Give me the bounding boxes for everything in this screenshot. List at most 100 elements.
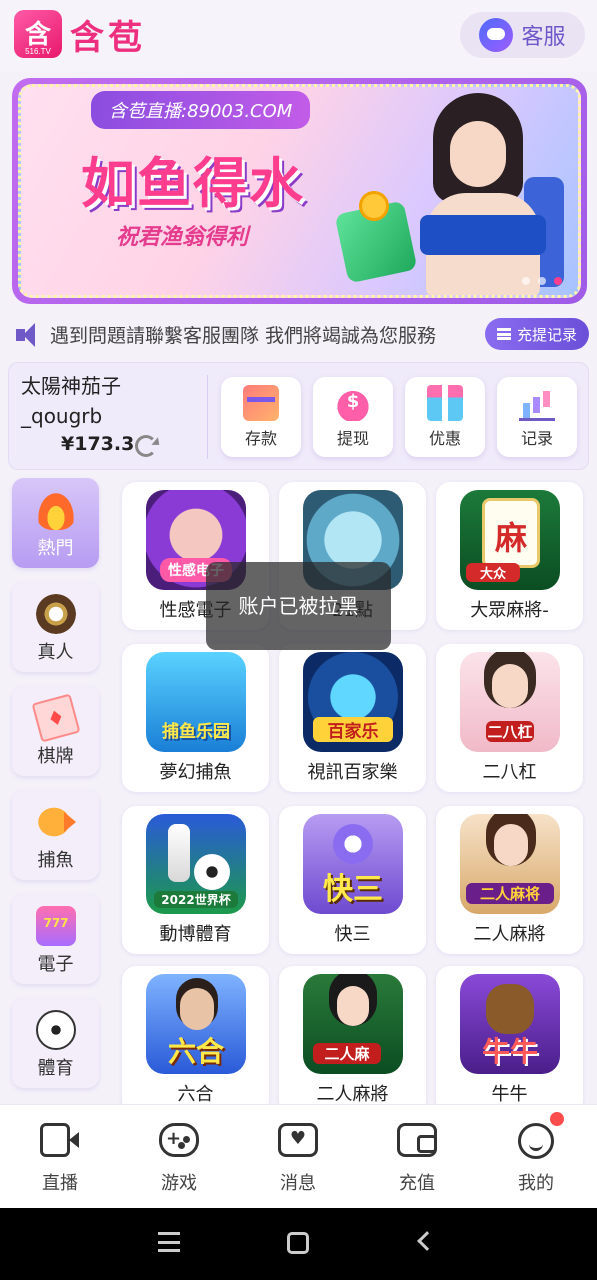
game-tile-baccarat[interactable]: 百家乐 視訊百家樂 <box>279 644 426 792</box>
soccer-ball-icon <box>194 854 230 890</box>
withdraw-label: 提现 <box>336 429 369 448</box>
account-balance: ¥173.3 <box>61 433 135 455</box>
game-badge: 二人麻将 <box>466 883 554 904</box>
nav-messages[interactable]: 消息 <box>258 1119 338 1199</box>
game-tile-k3[interactable]: 快三 快三 <box>279 806 426 954</box>
game-icon: 2022世界杯 <box>146 814 246 914</box>
playing-card-icon <box>31 693 81 743</box>
category-slots[interactable]: 電子 <box>12 894 99 984</box>
customer-service-label: 客服 <box>521 25 566 50</box>
nav-profile[interactable]: 我的 <box>496 1119 576 1199</box>
fire-icon <box>36 490 76 530</box>
character-face <box>337 986 369 1026</box>
promotion-label: 优惠 <box>428 429 461 448</box>
recent-apps-icon[interactable] <box>158 1232 180 1252</box>
category-label: 真人 <box>37 642 74 663</box>
nav-label: 我的 <box>518 1173 554 1194</box>
system-nav-bar <box>0 1208 597 1280</box>
account-card: 太陽神茄子 _qougrb ¥173.3 存款 提现 优惠 记录 <box>8 362 589 470</box>
game-tile-niuniu[interactable]: 牛牛 牛牛 <box>436 966 583 1114</box>
carousel-dot-active[interactable] <box>554 277 562 285</box>
character-face <box>494 824 528 866</box>
category-sports[interactable]: 體育 <box>12 998 99 1088</box>
category-live-casino[interactable]: 真人 <box>12 582 99 672</box>
lottery-ball-icon <box>333 824 373 864</box>
game-tile-sports[interactable]: 2022世界杯 動博體育 <box>122 806 269 954</box>
wallet-icon <box>397 1123 437 1157</box>
recharge-record-button[interactable]: 充提记录 <box>484 318 589 350</box>
account-name-line1: 太陽神茄子 <box>21 374 121 398</box>
banner-model-image <box>408 93 564 295</box>
game-icon: 二八杠 <box>460 652 560 752</box>
promo-banner[interactable]: 含苞直播:89003.COM 如鱼得水 祝君渔翁得利 <box>12 78 587 304</box>
banner-frame: 含苞直播:89003.COM 如鱼得水 祝君渔翁得利 <box>18 84 581 298</box>
game-badge: 二人麻 <box>313 1043 381 1064</box>
list-icon <box>496 328 511 340</box>
game-name: 二人麻將 <box>316 1084 389 1105</box>
gamepad-icon <box>159 1123 199 1157</box>
game-icon: 大众 <box>460 490 560 590</box>
app-logo: 含 516.TV <box>14 10 62 58</box>
record-button[interactable]: 记录 <box>497 377 577 457</box>
game-tile-two-mahjong[interactable]: 二人麻将 二人麻將 <box>436 806 583 954</box>
back-icon[interactable] <box>417 1231 437 1251</box>
game-name: 牛牛 <box>491 1084 528 1105</box>
deposit-label: 存款 <box>244 429 277 448</box>
carousel-dot[interactable] <box>538 277 546 285</box>
game-tile-two-mahjong-b[interactable]: 二人麻 二人麻將 <box>279 966 426 1114</box>
game-badge: 二八杠 <box>486 721 534 742</box>
banner-subtitle: 祝君渔翁得利 <box>116 225 249 250</box>
withdraw-button[interactable]: 提现 <box>313 377 393 457</box>
category-label: 電子 <box>37 954 74 975</box>
game-tile-liuhe[interactable]: 六合 六合 <box>122 966 269 1114</box>
nav-label: 充值 <box>399 1173 435 1194</box>
character-face <box>180 988 214 1030</box>
category-hot[interactable]: 熱門 <box>12 478 99 568</box>
category-label: 棋牌 <box>37 746 74 767</box>
nav-label: 直播 <box>42 1173 78 1194</box>
game-badge: 快三 <box>323 872 383 907</box>
home-icon[interactable] <box>287 1232 309 1254</box>
model-face <box>450 121 506 187</box>
game-name: 視訊百家樂 <box>307 762 398 783</box>
game-badge: 捕鱼乐园 <box>162 722 230 742</box>
divider <box>207 375 208 459</box>
nav-recharge[interactable]: 充值 <box>377 1119 457 1199</box>
game-tile-mahjong[interactable]: 大众 大眾麻將- <box>436 482 583 630</box>
deposit-icon <box>243 385 279 421</box>
carousel-dot[interactable] <box>522 277 530 285</box>
category-label: 體育 <box>37 1058 74 1079</box>
refresh-icon[interactable] <box>135 435 157 457</box>
banner-title: 如鱼得水 <box>81 152 305 215</box>
game-badge: 2022世界杯 <box>154 891 238 908</box>
promotion-button[interactable]: 优惠 <box>405 377 485 457</box>
profile-icon <box>518 1123 554 1159</box>
recharge-record-label: 充提记录 <box>516 325 577 344</box>
nav-games[interactable]: 游戏 <box>139 1119 219 1199</box>
game-badge: 六合 <box>167 1035 224 1068</box>
nav-live[interactable]: 直播 <box>20 1119 100 1199</box>
game-tile-fishing[interactable]: 捕鱼乐园 夢幻捕魚 <box>122 644 269 792</box>
banner-tag: 含苞直播:89003.COM <box>91 91 311 129</box>
carousel-dots <box>522 277 562 285</box>
game-name: 動博體育 <box>159 924 232 945</box>
soccer-ball-icon <box>36 1010 76 1050</box>
category-cards[interactable]: 棋牌 <box>12 686 99 776</box>
coin-icon <box>359 191 389 221</box>
game-name: 二人麻將 <box>473 924 546 945</box>
toast-message: 账户已被拉黑 <box>206 562 391 650</box>
game-badge: 牛牛 <box>481 1035 538 1068</box>
live-camera-icon <box>40 1123 79 1157</box>
headset-icon <box>479 18 514 52</box>
customer-service-button[interactable]: 客服 <box>460 12 585 58</box>
game-tile-28[interactable]: 二八杠 二八杠 <box>436 644 583 792</box>
category-fishing[interactable]: 捕魚 <box>12 790 99 880</box>
game-name: 夢幻捕魚 <box>159 762 232 783</box>
category-label: 熱門 <box>37 538 74 559</box>
deposit-button[interactable]: 存款 <box>221 377 301 457</box>
game-icon: 百家乐 <box>303 652 403 752</box>
mahjong-tile-icon <box>482 498 540 568</box>
notice-bar: 遇到問題請聯繫客服團隊 我們將竭誠為您服務 充提记录 <box>8 316 589 354</box>
game-name: 二八杠 <box>482 762 537 783</box>
brand-title: 含苞 <box>70 18 146 58</box>
